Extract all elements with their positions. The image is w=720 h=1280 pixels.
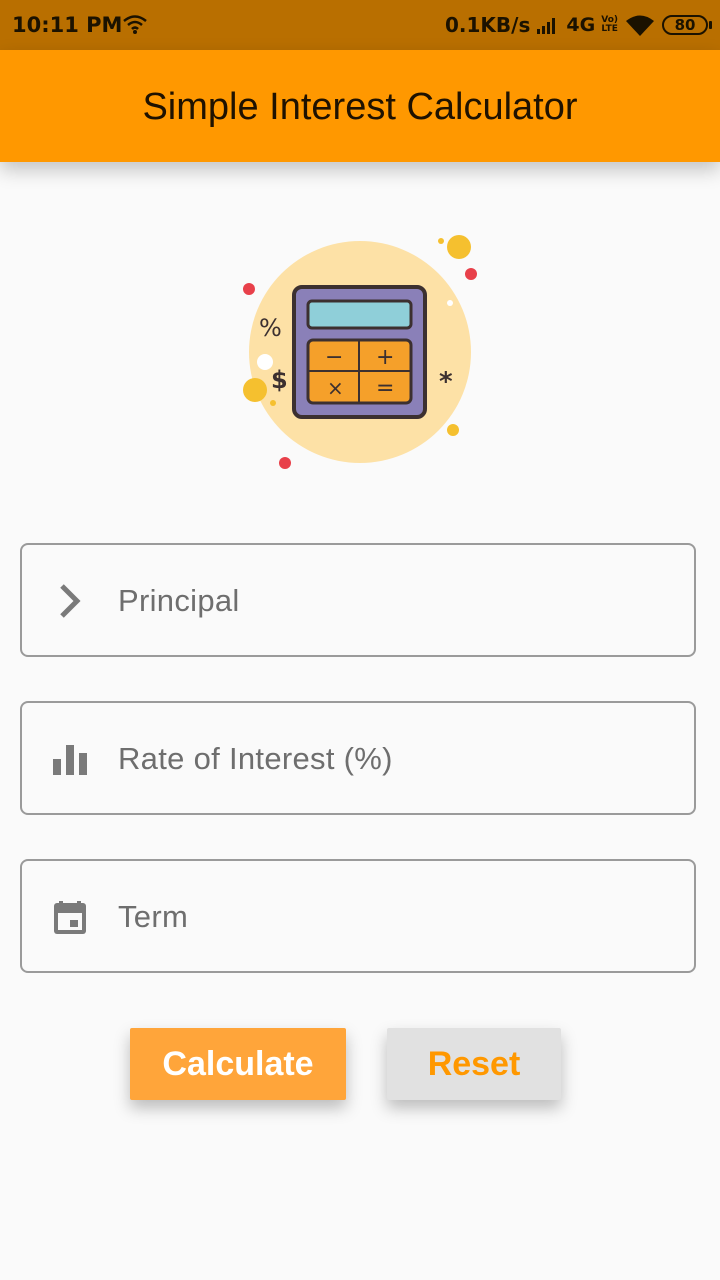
calculate-button[interactable]: Calculate bbox=[130, 1028, 346, 1100]
wifi-icon bbox=[626, 15, 654, 36]
principal-input[interactable] bbox=[118, 575, 662, 627]
key-plus: + bbox=[376, 345, 394, 370]
reset-button[interactable]: Reset bbox=[387, 1028, 561, 1100]
wifi-hotspot-icon bbox=[123, 15, 147, 34]
network-type: 4G bbox=[566, 14, 596, 36]
calculator-illustration-icon: % $ * − + × = bbox=[243, 235, 477, 469]
principal-field[interactable]: Principal bbox=[20, 543, 696, 657]
rate-input[interactable] bbox=[118, 733, 662, 785]
status-right-group: 0.1KB/s 4G Vo) LTE 80 bbox=[445, 11, 712, 39]
asterisk-symbol: * bbox=[439, 367, 453, 397]
rate-field[interactable]: Rate of Interest (%) bbox=[20, 701, 696, 815]
volte-bottom: LTE bbox=[601, 24, 618, 34]
status-bar: 10:11 PM 0.1KB/s 4G Vo) LTE 80 bbox=[0, 0, 720, 50]
chevron-right-icon bbox=[60, 584, 81, 618]
term-field[interactable]: Term bbox=[20, 859, 696, 973]
app-bar: Simple Interest Calculator bbox=[0, 50, 720, 162]
calendar-icon bbox=[54, 901, 86, 934]
key-equals: = bbox=[376, 376, 394, 401]
key-minus: − bbox=[325, 345, 343, 370]
bar-chart-icon bbox=[53, 745, 87, 775]
network-speed: 0.1KB/s bbox=[445, 13, 531, 37]
battery-icon: 80 bbox=[662, 15, 712, 35]
key-times: × bbox=[327, 376, 344, 400]
page-title: Simple Interest Calculator bbox=[142, 86, 578, 128]
percent-symbol: % bbox=[259, 314, 282, 342]
dollar-symbol: $ bbox=[271, 366, 288, 394]
signal-icon bbox=[537, 18, 556, 34]
status-time: 10:11 PM bbox=[12, 13, 123, 37]
battery-level: 80 bbox=[674, 16, 696, 34]
volte-indicator: Vo) LTE bbox=[601, 16, 618, 34]
term-input[interactable] bbox=[118, 891, 662, 943]
